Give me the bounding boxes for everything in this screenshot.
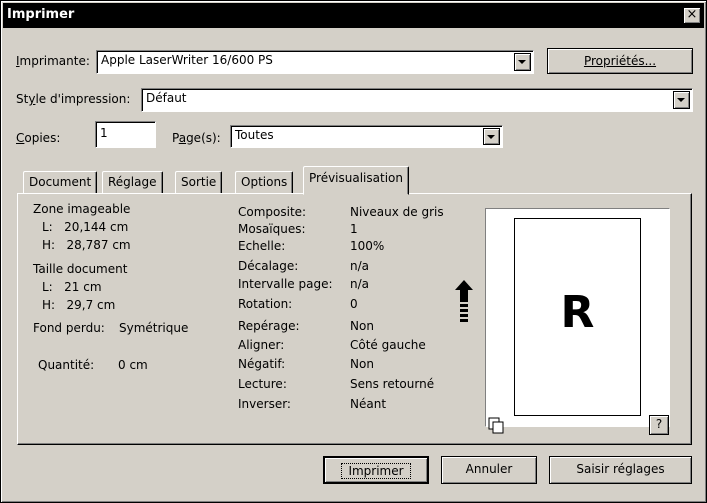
printable-height: H: 28,787 cm bbox=[42, 238, 131, 252]
pages-value: Toutes bbox=[235, 128, 274, 142]
copies-label: Copies: bbox=[16, 131, 61, 145]
document-height: H: 29,7 cm bbox=[42, 298, 116, 312]
printable-width: L: 20,144 cm bbox=[42, 220, 129, 234]
setting-label: Echelle: bbox=[238, 239, 286, 253]
chevron-down-icon[interactable] bbox=[483, 128, 500, 145]
tab-options[interactable]: Options bbox=[235, 171, 294, 194]
document-size-title: Taille document bbox=[33, 262, 128, 276]
setting-value: Côté gauche bbox=[350, 338, 426, 352]
window-title: Imprimer bbox=[7, 7, 75, 22]
tab-previsualisation[interactable]: Prévisualisation bbox=[303, 166, 409, 195]
document-width: L: 21 cm bbox=[42, 280, 102, 294]
tab-reglage[interactable]: Réglage bbox=[102, 171, 163, 194]
setting-value: n/a bbox=[350, 259, 370, 273]
close-icon[interactable]: × bbox=[683, 7, 701, 24]
properties-button[interactable]: Propriétés... bbox=[547, 48, 693, 74]
chevron-down-icon[interactable] bbox=[673, 91, 690, 109]
setting-value: Niveaux de gris bbox=[350, 205, 444, 219]
copies-input[interactable]: 1 bbox=[95, 121, 156, 148]
pages-select[interactable]: Toutes bbox=[230, 125, 503, 148]
setting-value: 0 bbox=[350, 297, 358, 311]
quantity-label: Quantité: bbox=[38, 358, 95, 372]
setting-label: Décalage: bbox=[238, 259, 299, 273]
printer-value: Apple LaserWriter 16/600 PS bbox=[101, 53, 273, 67]
tab-document[interactable]: Document bbox=[23, 171, 98, 194]
print-button[interactable]: Imprimer bbox=[323, 456, 429, 484]
pages-label: Page(s): bbox=[172, 131, 221, 145]
preview-letter: R bbox=[560, 287, 595, 338]
print-style-value: Défaut bbox=[146, 91, 187, 105]
cancel-button[interactable]: Annuler bbox=[441, 456, 537, 484]
setting-label: Inverser: bbox=[238, 397, 291, 411]
copy-pages-icon[interactable] bbox=[488, 417, 506, 435]
print-dialog: Imprimer × Imprimante: Apple LaserWriter… bbox=[0, 0, 707, 503]
setting-value: Non bbox=[350, 357, 374, 371]
printer-select[interactable]: Apple LaserWriter 16/600 PS bbox=[96, 50, 534, 74]
setting-value: Non bbox=[350, 319, 374, 333]
setting-value: Néant bbox=[350, 397, 387, 411]
title-bar: Imprimer × bbox=[3, 3, 704, 28]
printer-label: Imprimante: bbox=[16, 54, 90, 68]
help-button[interactable]: ? bbox=[649, 415, 669, 435]
paper-feed-arrow-icon bbox=[455, 280, 473, 322]
setting-label: Mosaïques: bbox=[238, 222, 306, 236]
tab-sortie[interactable]: Sortie bbox=[175, 171, 223, 194]
preview-sheet: R bbox=[514, 218, 641, 416]
bleed-value: Symétrique bbox=[119, 321, 189, 335]
setting-label: Composite: bbox=[238, 205, 307, 219]
setting-label: Lecture: bbox=[238, 377, 287, 391]
setting-label: Aligner: bbox=[238, 338, 285, 352]
setting-label: Négatif: bbox=[238, 357, 286, 371]
quantity-value: 0 cm bbox=[118, 358, 148, 372]
setting-label: Intervalle page: bbox=[238, 277, 333, 291]
print-style-label: Style d'impression: bbox=[16, 92, 131, 106]
setting-value: Sens retourné bbox=[350, 377, 435, 391]
printable-area-title: Zone imageable bbox=[33, 202, 131, 216]
print-style-select[interactable]: Défaut bbox=[141, 88, 693, 112]
bleed-label: Fond perdu: bbox=[33, 321, 105, 335]
setting-label: Rotation: bbox=[238, 297, 293, 311]
setting-value: 1 bbox=[350, 222, 358, 236]
setting-value: 100% bbox=[350, 239, 385, 253]
chevron-down-icon[interactable] bbox=[514, 53, 531, 71]
setting-label: Repérage: bbox=[238, 319, 300, 333]
capture-settings-button[interactable]: Saisir réglages bbox=[549, 456, 692, 484]
setting-value: n/a bbox=[350, 277, 370, 291]
